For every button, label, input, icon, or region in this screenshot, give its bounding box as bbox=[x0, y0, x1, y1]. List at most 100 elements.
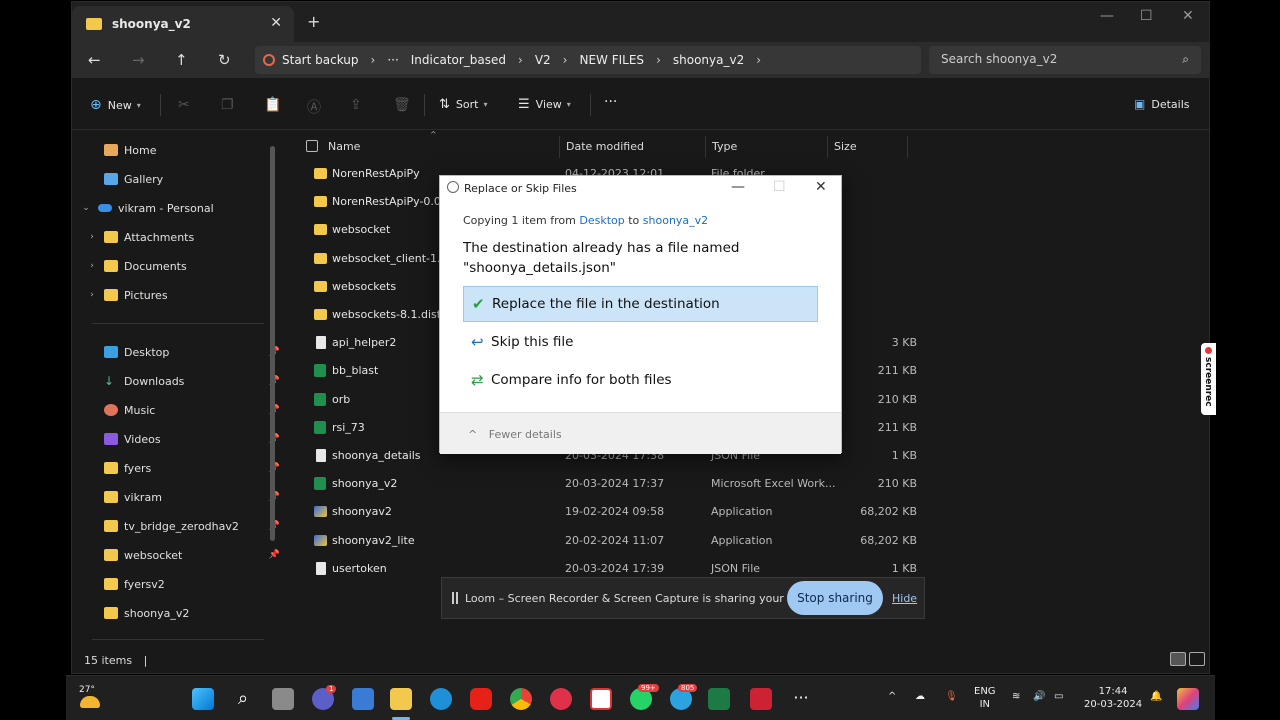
select-all-checkbox[interactable] bbox=[306, 140, 318, 152]
file-explorer-icon[interactable] bbox=[390, 688, 412, 710]
column-type[interactable]: Type bbox=[708, 136, 828, 158]
app-icon[interactable] bbox=[750, 688, 772, 710]
sidebar-item-shoonya-v2[interactable]: shoonya_v2 bbox=[86, 602, 286, 624]
chevron-right-icon[interactable]: › bbox=[86, 290, 98, 300]
chevron-right-icon[interactable]: › bbox=[86, 232, 98, 242]
app-icon[interactable] bbox=[590, 688, 612, 710]
breadcrumb-new-files[interactable]: NEW FILES bbox=[579, 53, 644, 67]
close-tab-icon[interactable]: ✕ bbox=[270, 15, 282, 31]
sidebar-item-fyers[interactable]: fyers 📌 bbox=[86, 457, 286, 479]
details-view-toggle[interactable] bbox=[1170, 652, 1186, 666]
start-backup-button[interactable]: Start backup bbox=[282, 53, 359, 67]
sidebar-item-gallery[interactable]: Gallery bbox=[72, 168, 272, 190]
file-row[interactable]: shoonyav2_lite 20-02-2024 11:07 Applicatio… bbox=[308, 527, 917, 555]
new-tab-icon[interactable]: + bbox=[307, 12, 320, 31]
clock[interactable]: 17:44 20-03-2024 bbox=[1084, 685, 1142, 711]
breadcrumb-v2[interactable]: V2 bbox=[535, 53, 551, 67]
chevron-up-icon[interactable]: ^ bbox=[888, 690, 896, 703]
screenrec-tab[interactable]: screenrec bbox=[1201, 343, 1216, 415]
chevron-right-icon[interactable]: › bbox=[86, 261, 98, 271]
store-icon[interactable] bbox=[352, 688, 374, 710]
file-size: 3 KB bbox=[891, 336, 917, 350]
sidebar-item-downloads[interactable]: ↓ Downloads 📌 bbox=[86, 370, 286, 392]
search-input[interactable]: Search shoonya_v2 ⌕ bbox=[929, 46, 1201, 74]
replace-file-option[interactable]: ✔ Replace the file in the destination bbox=[463, 286, 818, 322]
close-icon[interactable]: ✕ bbox=[815, 179, 827, 195]
temperature[interactable]: 27° bbox=[79, 685, 95, 695]
refresh-icon[interactable]: ↻ bbox=[218, 51, 231, 69]
sidebar-item-websocket[interactable]: websocket 📌 bbox=[86, 544, 286, 566]
column-name[interactable]: Name bbox=[324, 136, 560, 158]
chrome-icon[interactable] bbox=[510, 688, 532, 710]
hide-link[interactable]: Hide bbox=[892, 592, 917, 605]
wifi-icon[interactable]: ≋ bbox=[1012, 690, 1020, 703]
fewer-details-button[interactable]: ^ Fewer details bbox=[468, 428, 562, 441]
cloud-icon[interactable]: ☁ bbox=[915, 690, 925, 703]
up-icon[interactable]: ↑ bbox=[175, 51, 188, 69]
sidebar-item-tv-bridge[interactable]: tv_bridge_zerodhav2 📌 bbox=[86, 515, 286, 537]
view-button[interactable]: ☰ View ▾ bbox=[518, 97, 571, 112]
youtube-icon[interactable] bbox=[470, 688, 492, 710]
notification-icon[interactable]: 🔔 bbox=[1150, 690, 1162, 703]
microphone-icon[interactable]: 🎙 bbox=[945, 690, 958, 703]
battery-icon[interactable]: ▭ bbox=[1054, 690, 1063, 703]
paste-icon[interactable]: 📋 bbox=[264, 97, 281, 113]
sidebar-item-desktop[interactable]: Desktop 📌 bbox=[86, 341, 286, 363]
sidebar-item-pictures[interactable]: › Pictures bbox=[86, 284, 286, 306]
maximize-icon[interactable]: ☐ bbox=[773, 179, 786, 195]
sidebar-item-fyersv2[interactable]: fyersv2 bbox=[86, 573, 286, 595]
new-button[interactable]: ⊕ New ▾ bbox=[90, 97, 141, 113]
tab-shoonya-v2[interactable]: shoonya_v2 ✕ bbox=[72, 6, 294, 42]
sidebar-item-home[interactable]: Home bbox=[72, 139, 272, 161]
sidebar-scrollbar[interactable] bbox=[270, 146, 275, 541]
back-icon[interactable]: ← bbox=[88, 51, 101, 69]
minimize-icon[interactable]: — bbox=[1100, 8, 1114, 24]
breadcrumb-indicator-based[interactable]: Indicator_based bbox=[411, 53, 506, 67]
language-indicator[interactable]: ENG IN bbox=[974, 685, 996, 711]
forward-icon[interactable]: → bbox=[132, 51, 145, 69]
copy-icon[interactable]: ❐ bbox=[221, 97, 234, 113]
chevron-down-icon[interactable]: ⌄ bbox=[80, 203, 92, 213]
rename-icon[interactable]: Ⓐ bbox=[307, 97, 321, 117]
stop-sharing-button[interactable]: Stop sharing bbox=[787, 581, 883, 615]
close-window-icon[interactable]: ✕ bbox=[1182, 8, 1194, 24]
sidebar-item-music[interactable]: Music 📌 bbox=[86, 399, 286, 421]
cut-icon[interactable]: ✂ bbox=[178, 97, 190, 113]
copilot-icon[interactable] bbox=[1177, 688, 1199, 710]
source-link[interactable]: Desktop bbox=[579, 214, 624, 227]
tiles-view-toggle[interactable] bbox=[1189, 652, 1205, 666]
maximize-icon[interactable]: ☐ bbox=[1140, 8, 1153, 24]
breadcrumb-overflow[interactable]: ··· bbox=[387, 53, 398, 67]
sidebar-item-vikram[interactable]: vikram 📌 bbox=[86, 486, 286, 508]
volume-icon[interactable]: 🔊 bbox=[1033, 690, 1045, 703]
sidebar-item-onedrive[interactable]: ⌄ vikram - Personal bbox=[72, 197, 272, 219]
file-row[interactable]: shoonyav2 19-02-2024 09:58 Application 68,2… bbox=[308, 498, 917, 526]
sidebar-item-videos[interactable]: Videos 📌 bbox=[86, 428, 286, 450]
destination-link[interactable]: shoonya_v2 bbox=[643, 214, 708, 227]
breadcrumb-shoonya-v2[interactable]: shoonya_v2 bbox=[673, 53, 744, 67]
column-size[interactable]: Size bbox=[830, 136, 908, 158]
sort-icon: ⇅ bbox=[439, 97, 450, 112]
address-bar[interactable]: Start backup › ··· Indicator_based › V2 … bbox=[255, 46, 921, 74]
sidebar-item-attachments[interactable]: › Attachments bbox=[86, 226, 286, 248]
share-icon[interactable]: ⇪ bbox=[350, 97, 362, 113]
file-row[interactable]: shoonya_v2 20-03-2024 17:37 Microsoft Exce… bbox=[308, 470, 917, 498]
loom-icon[interactable] bbox=[550, 688, 572, 710]
minimize-icon[interactable]: — bbox=[731, 179, 745, 195]
search-icon[interactable]: ⌕ bbox=[232, 688, 254, 710]
details-button[interactable]: ▣ Details bbox=[1134, 97, 1189, 111]
excel-icon[interactable] bbox=[708, 688, 730, 710]
more-options-button[interactable]: ··· bbox=[604, 94, 617, 110]
sort-button[interactable]: ⇅ Sort ▾ bbox=[439, 97, 487, 112]
compare-files-option[interactable]: ⇄ Compare info for both files bbox=[463, 362, 818, 398]
pause-icon[interactable] bbox=[452, 592, 458, 604]
delete-icon[interactable]: 🗑 bbox=[393, 97, 411, 113]
start-icon[interactable] bbox=[192, 688, 214, 710]
sidebar-item-documents[interactable]: › Documents bbox=[86, 255, 286, 277]
weather-icon[interactable] bbox=[80, 696, 100, 708]
task-view-icon[interactable] bbox=[272, 688, 294, 710]
skip-file-option[interactable]: ↩ Skip this file bbox=[463, 324, 818, 360]
edge-icon[interactable] bbox=[430, 688, 452, 710]
more-apps-icon[interactable]: ··· bbox=[790, 688, 812, 710]
column-date-modified[interactable]: Date modified bbox=[562, 136, 706, 158]
